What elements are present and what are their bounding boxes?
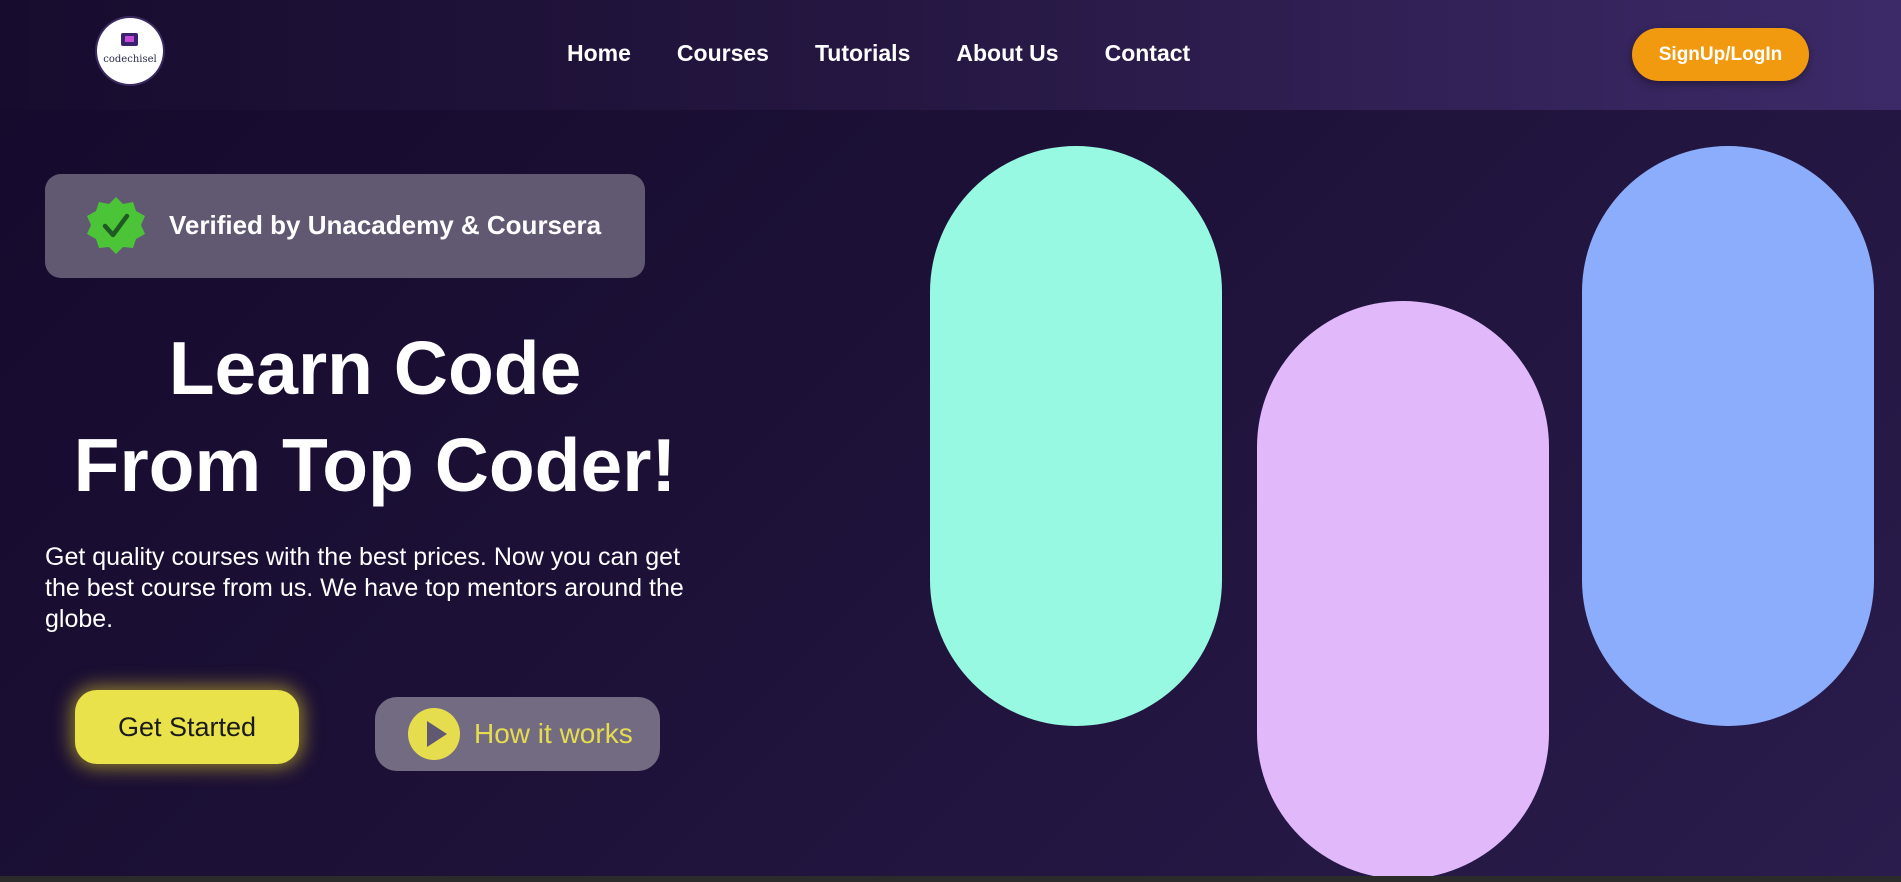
- nav-home[interactable]: Home: [567, 40, 631, 70]
- laptop-icon: [121, 33, 138, 46]
- main-nav: Home Courses Tutorials About Us Contact: [567, 40, 1190, 70]
- how-it-works-button[interactable]: How it works: [375, 697, 660, 771]
- logo-text: codechisel: [103, 54, 157, 65]
- decorative-pill-lavender: [1257, 301, 1549, 879]
- headline-line-1: Learn Code: [168, 326, 582, 410]
- logo[interactable]: codechisel: [97, 18, 163, 84]
- play-icon: [408, 708, 460, 760]
- decorative-pill-blue: [1582, 146, 1874, 726]
- signup-login-button[interactable]: SignUp/LogIn: [1632, 28, 1809, 81]
- verified-text: Verified by Unacademy & Coursera: [169, 210, 602, 240]
- how-it-works-label: How it works: [474, 718, 633, 749]
- hero-subtext: Get quality courses with the best prices…: [45, 543, 684, 633]
- get-started-button[interactable]: Get Started: [75, 690, 299, 764]
- headline-line-2: From Top Coder!: [73, 423, 677, 507]
- header: codechisel Home Courses Tutorials About …: [0, 0, 1901, 110]
- verified-badge: Verified by Unacademy & Coursera: [45, 174, 645, 278]
- hero-headline: Learn Code From Top Coder!: [45, 320, 705, 514]
- nav-courses[interactable]: Courses: [677, 40, 769, 70]
- decorative-pill-mint: [930, 146, 1222, 726]
- nav-tutorials[interactable]: Tutorials: [815, 40, 910, 70]
- nav-about-us[interactable]: About Us: [956, 40, 1058, 70]
- bottom-divider: [0, 876, 1901, 882]
- nav-contact[interactable]: Contact: [1105, 40, 1191, 70]
- verified-badge-icon: [87, 197, 145, 254]
